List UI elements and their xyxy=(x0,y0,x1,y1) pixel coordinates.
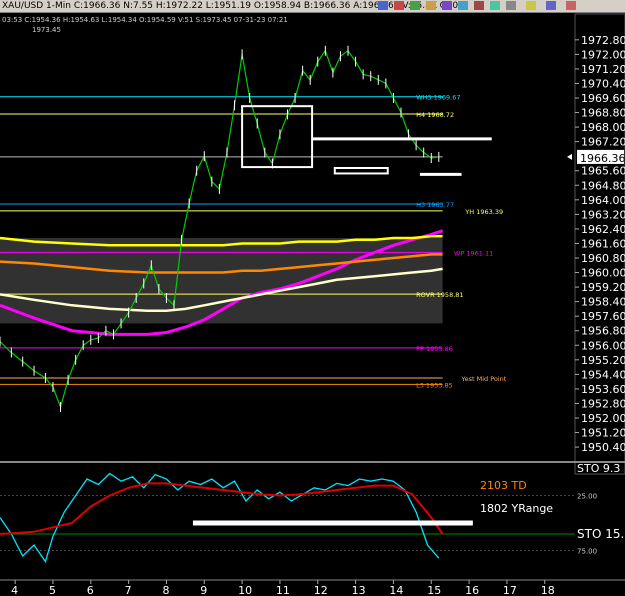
draw-toolbar-icon[interactable] xyxy=(410,1,420,10)
price-axis-label: 1951.20 xyxy=(581,427,625,440)
price-level-label: WH3 1969.67 xyxy=(416,94,460,102)
last-price-label: 1966.36 xyxy=(580,152,625,165)
x-axis-label: 14 xyxy=(389,584,403,596)
price-axis-label: 1961.60 xyxy=(581,237,625,250)
price-axis-label: 1962.40 xyxy=(581,223,625,236)
x-axis-label: 17 xyxy=(503,584,517,596)
window-title: XAU/USD 1-Min C:1966.36 N:7.55 H:1972.22… xyxy=(2,1,459,11)
x-axis-label: 9 xyxy=(200,584,207,596)
x-axis-label: 8 xyxy=(162,584,169,596)
x-axis-label: 16 xyxy=(465,584,479,596)
x-axis-label: 5 xyxy=(49,584,56,596)
price-axis-label: 1956.00 xyxy=(581,339,625,352)
x-axis-label: 7 xyxy=(125,584,132,596)
x-axis-label: 13 xyxy=(352,584,366,596)
oscillator-axis-label: 75.00 xyxy=(577,548,597,556)
price-axis-label: 1953.60 xyxy=(581,383,625,396)
x-axis-label: 11 xyxy=(276,584,290,596)
info-line: 03:53 C:1954.36 H:1954.63 L:1954.34 O:19… xyxy=(2,16,288,24)
close-toolbar-icon[interactable] xyxy=(566,1,576,10)
chart-toolbar-icon[interactable] xyxy=(378,1,388,10)
indicator-toolbar-icon[interactable] xyxy=(394,1,404,10)
td-annotation: 2103 TD xyxy=(480,479,527,492)
price-axis-label: 1959.20 xyxy=(581,281,625,294)
price-axis-label: 1971.20 xyxy=(581,63,625,76)
x-axis-label: 4 xyxy=(11,584,18,596)
price-axis-label: 1960.80 xyxy=(581,252,625,265)
price-level-label: YH 1963.39 xyxy=(464,208,503,216)
cursor-toolbar-icon[interactable] xyxy=(474,1,484,10)
x-axis-label: 15 xyxy=(427,584,441,596)
price-axis-label: 1955.20 xyxy=(581,354,625,367)
template-toolbar-icon[interactable] xyxy=(442,1,452,10)
price-axis-label: 1960.00 xyxy=(581,267,625,280)
oscillator-axis-label: 25.00 xyxy=(577,493,597,501)
price-axis-label: 1950.40 xyxy=(581,441,625,454)
price-axis-label: 1972.00 xyxy=(581,48,625,61)
yrange-annotation: 1802 YRange xyxy=(480,502,553,515)
price-axis-label: 1969.60 xyxy=(581,92,625,105)
price-axis-label: 1957.60 xyxy=(581,310,625,323)
price-axis-label: 1964.00 xyxy=(581,194,625,207)
price-level-label: Yest Mid Point xyxy=(461,375,507,383)
x-axis-label: 18 xyxy=(541,584,555,596)
zoom-toolbar-icon[interactable] xyxy=(458,1,468,10)
price-axis-label: 1954.40 xyxy=(581,368,625,381)
link-toolbar-icon[interactable] xyxy=(490,1,500,10)
price-level-label: ROVR 1958.81 xyxy=(416,291,463,299)
price-axis-label: 1970.40 xyxy=(581,77,625,90)
price-level-label: WP 1961.11 xyxy=(454,249,493,257)
price-level-label: L3 1953.85 xyxy=(416,381,453,389)
alert-toolbar-icon[interactable] xyxy=(526,1,536,10)
price-level-label: H3 1963.77 xyxy=(416,201,454,209)
price-axis-label: 1964.80 xyxy=(581,179,625,192)
price-axis-label: 1968.00 xyxy=(581,121,625,134)
x-axis-label: 12 xyxy=(314,584,328,596)
price-axis-label: 1958.40 xyxy=(581,296,625,309)
price-level-label: H4 1968.72 xyxy=(416,111,454,119)
x-axis-label: 6 xyxy=(87,584,94,596)
crosshair-value: 1973.45 xyxy=(32,26,61,34)
price-axis-label: 1952.00 xyxy=(581,412,625,425)
price-chart: 03:53 C:1954.36 H:1954.63 L:1954.34 O:19… xyxy=(0,0,625,596)
print-toolbar-icon[interactable] xyxy=(506,1,516,10)
price-axis-label: 1967.20 xyxy=(581,136,625,149)
price-axis-label: 1963.20 xyxy=(581,208,625,221)
price-level-label: PP 1955.86 xyxy=(416,345,453,353)
x-axis-label: 10 xyxy=(238,584,252,596)
settings-toolbar-icon[interactable] xyxy=(426,1,436,10)
oscillator-level-label: STO 15. xyxy=(577,527,624,541)
window-title-bar: XAU/USD 1-Min C:1966.36 N:7.55 H:1972.22… xyxy=(0,0,625,13)
oscillator-top-label: STO 9.3 xyxy=(577,462,620,475)
price-axis-label: 1972.80 xyxy=(581,34,625,47)
price-axis-label: 1956.80 xyxy=(581,325,625,338)
price-axis-label: 1968.80 xyxy=(581,107,625,120)
window-toolbar-icon[interactable] xyxy=(546,1,556,10)
price-axis-label: 1952.80 xyxy=(581,397,625,410)
price-axis-label: 1965.60 xyxy=(581,165,625,178)
